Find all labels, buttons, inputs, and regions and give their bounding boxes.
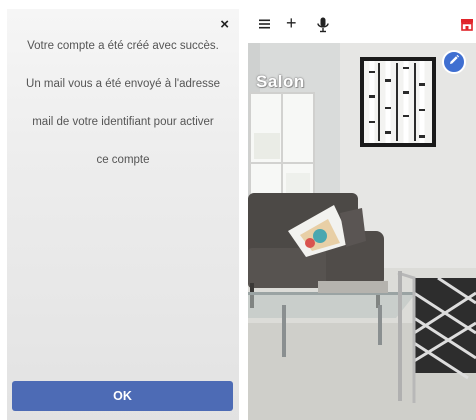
- room-label: Salon: [256, 72, 305, 91]
- microphone-icon[interactable]: [316, 17, 330, 38]
- top-toolbar: +: [248, 9, 476, 43]
- confirmation-dialog: × Votre compte a été créé avec succès. U…: [7, 9, 239, 420]
- message-line: ce compte: [96, 154, 150, 166]
- dialog-message: Votre compte a été créé avec succès. Un …: [13, 27, 233, 179]
- plus-icon[interactable]: +: [286, 13, 297, 33]
- ok-button[interactable]: OK: [12, 381, 233, 411]
- pencil-icon: [448, 53, 460, 71]
- message-line: Un mail vous a été envoyé à l'adresse: [26, 78, 220, 90]
- living-room-image: [248, 43, 476, 420]
- room-screen: + Salon: [248, 9, 476, 420]
- menu-icon[interactable]: [258, 17, 272, 36]
- edit-button[interactable]: [442, 50, 466, 74]
- message-line: Votre compte a été créé avec succès.: [27, 40, 219, 52]
- room-photo[interactable]: Salon: [248, 43, 476, 420]
- message-line: mail de votre identifiant pour activer: [32, 116, 214, 128]
- store-icon[interactable]: [460, 17, 474, 36]
